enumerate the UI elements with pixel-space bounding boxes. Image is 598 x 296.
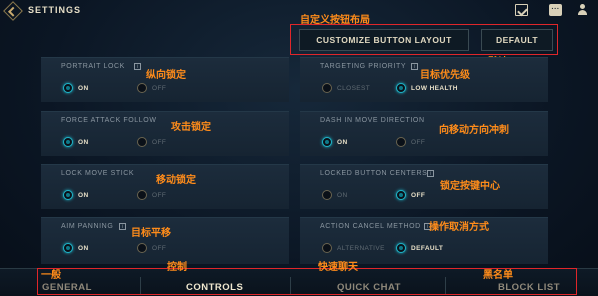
option-label: ALTERNATIVE [337, 244, 385, 252]
default-button[interactable]: DEFAULT [481, 29, 553, 51]
radio-icon[interactable] [322, 190, 332, 200]
option-on[interactable]: ON [63, 83, 89, 93]
annotation-action-cancel: 操作取消方式 [429, 222, 489, 233]
option-label: ON [337, 138, 348, 146]
option-on[interactable]: ON [63, 137, 89, 147]
annotation-controls: 控制 [167, 262, 187, 273]
option-on[interactable]: ON [322, 137, 348, 147]
option-label: DEFAULT [411, 244, 444, 252]
radio-selected-icon[interactable] [396, 190, 406, 200]
option-label: OFF [152, 84, 167, 92]
radio-icon[interactable] [137, 190, 147, 200]
option-default[interactable]: DEFAULT [396, 243, 443, 253]
option-label: ON [78, 244, 89, 252]
setting-label: ACTION CANCEL METHOD [320, 223, 421, 230]
annotation-dash: 向移动方向冲刺 [439, 125, 509, 136]
option-label: OFF [411, 138, 426, 146]
annotation-quick-chat: 快速聊天 [318, 262, 358, 273]
annotation-targeting: 目标优先级 [420, 70, 470, 81]
friends-icon[interactable] [578, 4, 591, 16]
radio-selected-icon[interactable] [63, 137, 73, 147]
option-label: CLOSEST [337, 84, 371, 92]
option-label: ON [78, 138, 89, 146]
setting-label: LOCKED BUTTON CENTERS [320, 170, 428, 177]
option-label: ON [78, 191, 89, 199]
chat-icon[interactable] [549, 1, 562, 16]
setting-action-cancel-method: ACTION CANCEL METHOD i ALTERNATIVE DEFAU… [300, 217, 548, 264]
customize-button-layout-button[interactable]: CUSTOMIZE BUTTON LAYOUT [299, 29, 469, 51]
setting-label: AIM PANNING [61, 223, 114, 230]
setting-label: LOCK MOVE STICK [61, 170, 135, 177]
setting-label: PORTRAIT LOCK [61, 63, 125, 70]
setting-label: TARGETING PRIORITY [320, 63, 407, 70]
radio-selected-icon[interactable] [63, 243, 73, 253]
option-label: OFF [152, 191, 167, 199]
option-low-health[interactable]: LOW HEALTH [396, 83, 458, 93]
option-off[interactable]: OFF [137, 83, 166, 93]
annotation-block-list: 黑名单 [483, 270, 513, 281]
radio-selected-icon[interactable] [396, 243, 406, 253]
option-alternative[interactable]: ALTERNATIVE [322, 243, 385, 253]
radio-selected-icon[interactable] [63, 190, 73, 200]
option-label: ON [78, 84, 89, 92]
info-icon[interactable]: i [411, 63, 418, 70]
setting-force-attack-follow: FORCE ATTACK FOLLOW ON OFF [41, 111, 289, 156]
radio-selected-icon[interactable] [322, 137, 332, 147]
annotation-locked-centers: 锁定按键中心 [440, 181, 500, 192]
annotation-general: 一般 [41, 270, 61, 281]
annotation-portrait-lock: 纵向锁定 [146, 70, 186, 81]
annotation-aim-panning: 目标平移 [131, 228, 171, 239]
info-icon[interactable]: i [119, 223, 126, 230]
option-off[interactable]: OFF [396, 137, 425, 147]
radio-icon[interactable] [322, 83, 332, 93]
radio-selected-icon[interactable] [396, 83, 406, 93]
page-title: SETTINGS [28, 5, 82, 15]
back-icon[interactable] [3, 1, 23, 21]
info-icon[interactable]: i [427, 170, 434, 177]
info-icon[interactable]: i [134, 63, 141, 70]
option-label: OFF [152, 138, 167, 146]
option-label: ON [337, 191, 348, 199]
option-off[interactable]: OFF [137, 190, 166, 200]
annotation-force-attack: 攻击锁定 [171, 122, 211, 133]
radio-icon[interactable] [137, 137, 147, 147]
radio-icon[interactable] [396, 137, 406, 147]
option-off[interactable]: OFF [137, 137, 166, 147]
setting-dash-in-move-direction: DASH IN MOVE DIRECTION ON OFF [300, 111, 548, 156]
setting-label: DASH IN MOVE DIRECTION [320, 117, 425, 124]
option-off[interactable]: OFF [137, 243, 166, 253]
clipboard-icon[interactable] [515, 4, 528, 16]
option-label: LOW HEALTH [411, 84, 458, 92]
setting-label: FORCE ATTACK FOLLOW [61, 117, 157, 124]
option-on[interactable]: ON [322, 190, 348, 200]
radio-icon[interactable] [137, 243, 147, 253]
option-off[interactable]: OFF [396, 190, 425, 200]
top-bar: SETTINGS [0, 0, 598, 22]
setting-locked-button-centers: LOCKED BUTTON CENTERS i ON OFF [300, 164, 548, 209]
radio-icon[interactable] [322, 243, 332, 253]
option-on[interactable]: ON [63, 243, 89, 253]
radio-icon[interactable] [137, 83, 147, 93]
option-on[interactable]: ON [63, 190, 89, 200]
option-closest[interactable]: CLOSEST [322, 83, 370, 93]
option-label: OFF [152, 244, 167, 252]
option-label: OFF [411, 191, 426, 199]
radio-selected-icon[interactable] [63, 83, 73, 93]
annotation-lock-move: 移动锁定 [156, 175, 196, 186]
